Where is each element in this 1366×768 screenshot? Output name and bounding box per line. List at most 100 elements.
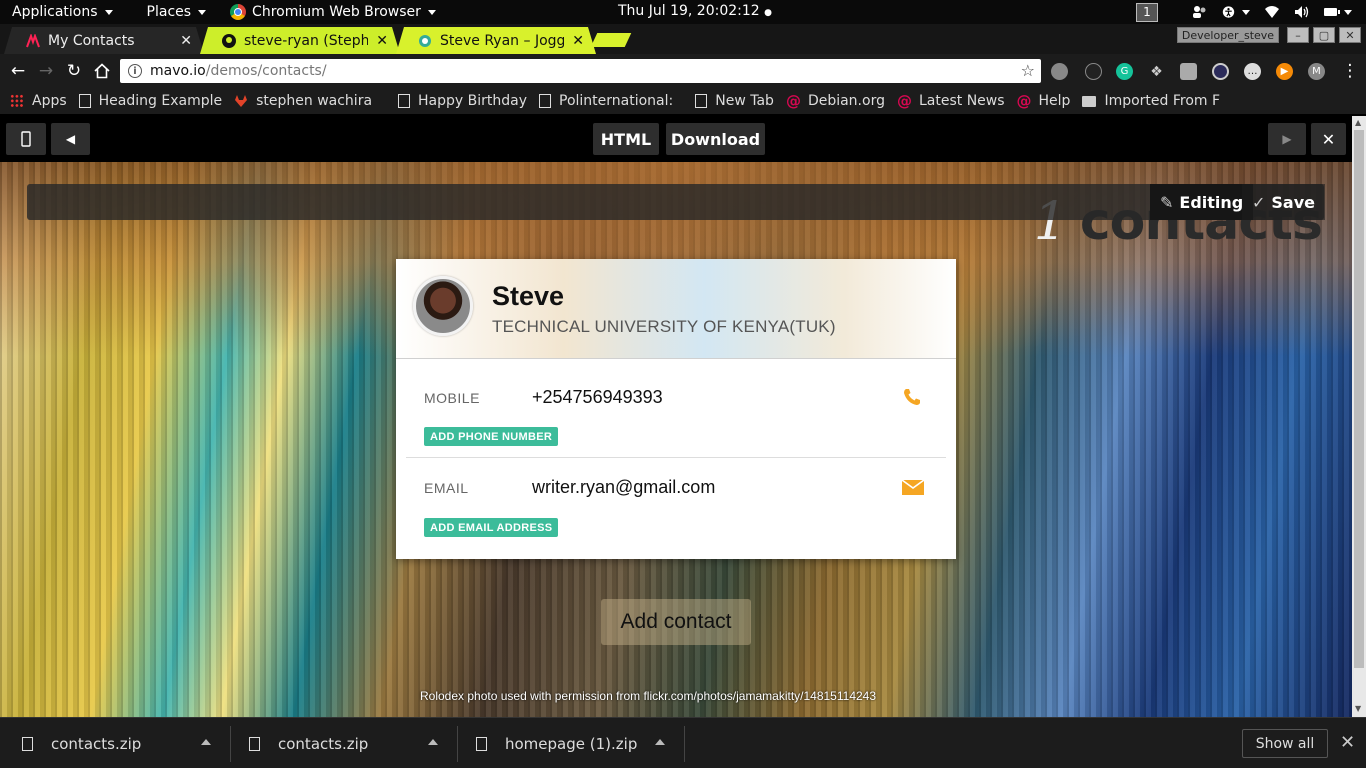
profile-button[interactable]: Developer_steve [1177, 27, 1279, 43]
battery-icon[interactable] [1324, 5, 1352, 19]
back-icon[interactable]: ← [8, 61, 28, 81]
browser-app-label: Chromium Web Browser [252, 4, 421, 20]
grammarly-icon[interactable]: G [1116, 63, 1133, 80]
info-icon[interactable]: i [128, 64, 142, 78]
workspace-indicator[interactable]: 1 [1136, 2, 1158, 22]
chevron-up-icon[interactable] [428, 739, 438, 745]
avatar[interactable] [413, 276, 473, 336]
phone-icon[interactable] [902, 387, 922, 407]
tab-title: Steve Ryan – Joggin [440, 32, 565, 49]
menu-dots-icon[interactable]: ⋮ [1340, 61, 1360, 81]
download-button[interactable]: Download [666, 123, 765, 155]
add-contact-button[interactable]: Add contact [601, 599, 751, 645]
scroll-down-icon[interactable]: ▼ [1355, 704, 1361, 713]
minimize-window-button[interactable]: – [1287, 27, 1309, 43]
tab-github[interactable]: steve-ryan (Stephen ✕ [200, 27, 400, 54]
bookmark-new-tab[interactable]: New Tab [695, 93, 774, 109]
page-icon [78, 94, 91, 108]
maximize-window-button[interactable]: ▢ [1313, 27, 1335, 43]
bookmark-apps[interactable]: Apps [10, 93, 67, 109]
scroll-up-icon[interactable]: ▲ [1355, 118, 1361, 127]
download-item[interactable]: contacts.zip [22, 718, 141, 768]
bookmark-help[interactable]: @ Help [1017, 92, 1071, 110]
mobile-value[interactable]: +254756949393 [532, 387, 663, 408]
close-tab-icon[interactable]: ✕ [572, 33, 584, 49]
reload-icon[interactable]: ↻ [64, 61, 84, 81]
bookmark-folder-imported[interactable]: Imported From F [1082, 93, 1220, 109]
close-tab-icon[interactable]: ✕ [180, 33, 192, 49]
contact-organization[interactable]: TECHNICAL UNIVERSITY OF KENYA(TUK) [492, 317, 836, 337]
tab-title: steve-ryan (Stephen [244, 32, 369, 49]
extension-m-icon[interactable]: M [1308, 63, 1325, 80]
divider [457, 726, 458, 762]
page-scrollbar[interactable]: ▲ ▼ [1352, 116, 1366, 717]
show-all-downloads-button[interactable]: Show all [1242, 729, 1328, 758]
chevron-down-icon [1242, 9, 1250, 15]
system-top-bar: Applications Places Chromium Web Browser… [0, 0, 1366, 24]
notification-dot-icon: ● [764, 8, 772, 18]
download-item[interactable]: homepage (1).zip [476, 718, 637, 768]
scroll-thumb[interactable] [1354, 130, 1364, 668]
contact-name[interactable]: Steve [492, 281, 564, 312]
bookmark-debian[interactable]: @ Debian.org [786, 92, 885, 110]
wifi-icon[interactable] [1264, 5, 1280, 19]
bookmark-label: Polinternational: [559, 93, 674, 109]
dropbox-icon[interactable]: ❖ [1148, 63, 1165, 80]
close-window-button[interactable]: ✕ [1339, 27, 1361, 43]
chevron-up-icon[interactable] [201, 739, 211, 745]
bookmark-happy-birthday[interactable]: Happy Birthday [398, 93, 527, 109]
close-shelf-icon[interactable]: ✕ [1340, 732, 1355, 753]
download-filename: contacts.zip [51, 734, 142, 753]
bookmark-star-icon[interactable]: ☆ [1021, 61, 1035, 80]
editing-button[interactable]: ✎ Editing [1150, 184, 1254, 220]
add-phone-number-button[interactable]: ADD PHONE NUMBER [424, 427, 559, 446]
accessibility-icon[interactable] [1222, 5, 1250, 19]
download-item[interactable]: contacts.zip [249, 718, 368, 768]
tab-steve-ryan[interactable]: Steve Ryan – Joggin ✕ [396, 27, 596, 54]
extension-cloud-icon[interactable] [1051, 63, 1068, 80]
bookmark-stephen-wachira[interactable]: stephen wachira [234, 93, 372, 109]
play-icon[interactable]: ▶ [1276, 63, 1293, 80]
next-demo-button[interactable]: ▶ [1268, 123, 1306, 155]
new-tab-button[interactable] [590, 33, 632, 47]
bookmark-label: Help [1038, 93, 1071, 109]
clock-text: Thu Jul 19, 20:02:12 [618, 3, 760, 19]
applications-menu[interactable]: Applications [0, 0, 123, 24]
downloads-shelf: contacts.zip contacts.zip homepage (1).z… [0, 717, 1366, 768]
site-favicon-icon [418, 34, 432, 48]
extension-eye-icon[interactable] [1212, 63, 1229, 80]
camera-icon[interactable] [1180, 63, 1197, 80]
home-icon[interactable] [92, 61, 112, 81]
divider [230, 726, 231, 762]
previous-demo-button[interactable]: ◀ [51, 123, 90, 155]
close-demo-button[interactable]: ✕ [1311, 123, 1346, 155]
extension-feather-icon[interactable] [1085, 63, 1102, 80]
mavo-demo-bar: ◀ HTML Download ▶ ✕ [0, 116, 1352, 162]
volume-icon[interactable] [1294, 5, 1310, 19]
bookmark-label: Imported From F [1104, 93, 1221, 109]
places-menu[interactable]: Places [137, 0, 217, 24]
html-button[interactable]: HTML [593, 123, 659, 155]
clock[interactable]: Thu Jul 19, 20:02:12 ● [618, 3, 772, 19]
email-icon[interactable] [901, 478, 925, 498]
download-filename: homepage (1).zip [505, 734, 638, 753]
email-value[interactable]: writer.ryan@gmail.com [532, 477, 715, 498]
forward-icon[interactable]: → [36, 61, 56, 81]
bookmark-latest-news[interactable]: @ Latest News [897, 92, 1005, 110]
contact-card-header: Steve TECHNICAL UNIVERSITY OF KENYA(TUK) [396, 259, 956, 359]
address-bar[interactable]: i mavo.io/demos/contacts/ ☆ [120, 59, 1041, 83]
save-button[interactable]: ✓ Save [1242, 184, 1326, 220]
close-tab-icon[interactable]: ✕ [376, 33, 388, 49]
chevron-down-icon [1344, 9, 1352, 15]
bookmark-polinternational[interactable]: Polinternational: [539, 93, 673, 109]
mavo-favicon-icon [26, 34, 40, 48]
bookmark-heading-example[interactable]: Heading Example [78, 93, 222, 109]
users-icon[interactable] [1192, 5, 1208, 19]
chat-icon[interactable]: … [1244, 63, 1261, 80]
tab-my-contacts[interactable]: My Contacts ✕ [4, 27, 204, 54]
bookmark-label: Happy Birthday [418, 93, 528, 109]
chevron-up-icon[interactable] [655, 739, 665, 745]
browser-app-menu[interactable]: Chromium Web Browser [220, 0, 446, 24]
device-icon[interactable] [6, 123, 46, 155]
add-email-address-button[interactable]: ADD EMAIL ADDRESS [424, 518, 559, 537]
